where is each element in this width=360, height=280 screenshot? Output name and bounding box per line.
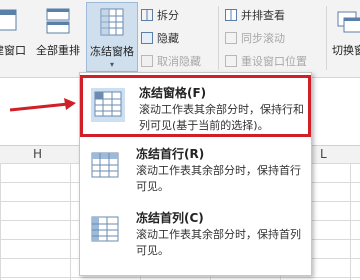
ribbon-divider xyxy=(218,6,219,70)
hide-button[interactable]: 隐藏 xyxy=(141,29,179,47)
freeze-panes-icon xyxy=(98,7,126,37)
side-by-side-label: 并排查看 xyxy=(241,9,285,22)
menu-item-description: 滚动工作表其余部分时，保持首行可见。 xyxy=(136,164,301,193)
arrange-all-icon xyxy=(44,6,72,36)
freeze-top-row-icon xyxy=(88,149,122,183)
menu-item-description: 滚动工作表其余部分时，保持行和列可见(基于当前的选择)。 xyxy=(139,103,304,132)
menu-item-title: 冻结首行(R) xyxy=(136,147,205,161)
unhide-icon xyxy=(141,55,153,67)
unhide-label: 取消隐藏 xyxy=(157,55,201,68)
split-label: 拆分 xyxy=(157,9,179,22)
sync-scroll-icon xyxy=(225,32,237,44)
arrange-all-label: 全部重排 xyxy=(36,44,80,57)
menu-item-description: 滚动工作表其余部分时，保持首列可见。 xyxy=(136,228,301,257)
ribbon-divider xyxy=(326,6,327,70)
freeze-panes-menu: 冻结窗格(F) 滚动工作表其余部分时，保持行和列可见(基于当前的选择)。 冻结首… xyxy=(79,72,312,276)
side-by-side-icon xyxy=(225,9,237,21)
menu-item-freeze-top-row[interactable]: 冻结首行(R) 滚动工作表其余部分时，保持首行可见。 xyxy=(80,139,311,201)
switch-windows-icon xyxy=(336,6,360,36)
reset-position-label: 重设窗口位置 xyxy=(241,55,307,68)
menu-item-title: 冻结窗格(F) xyxy=(139,86,207,100)
menu-item-freeze-panes[interactable]: 冻结窗格(F) 滚动工作表其余部分时，保持行和列可见(基于当前的选择)。 xyxy=(80,75,311,137)
menu-item-freeze-first-column[interactable]: 冻结首列(C) 滚动工作表其余部分时，保持首列可见。 xyxy=(80,203,311,265)
sync-scroll-button[interactable]: 同步滚动 xyxy=(225,29,285,47)
switch-windows-label: 切换窗 xyxy=(332,44,360,57)
reset-position-icon xyxy=(225,55,237,67)
freeze-panes-icon xyxy=(91,88,125,122)
sync-scroll-label: 同步滚动 xyxy=(241,32,285,45)
hide-label: 隐藏 xyxy=(157,32,179,45)
unhide-button[interactable]: 取消隐藏 xyxy=(141,52,201,70)
red-arrow-annotation xyxy=(9,98,76,112)
switch-windows-button[interactable]: 切换窗 xyxy=(330,2,360,72)
freeze-panes-label: 冻结窗格 xyxy=(90,45,134,58)
new-window-button[interactable]: 新建窗口 xyxy=(0,2,28,72)
menu-item-title: 冻结首列(C) xyxy=(136,211,204,225)
split-button[interactable]: 拆分 xyxy=(141,6,179,24)
side-by-side-button[interactable]: 并排查看 xyxy=(225,6,285,24)
column-header-h[interactable]: H xyxy=(33,147,42,161)
freeze-panes-button[interactable]: 冻结窗格 ▾ xyxy=(86,2,138,72)
arrange-all-button[interactable]: 全部重排 xyxy=(32,2,84,72)
column-header-l[interactable]: L xyxy=(320,147,327,161)
view-ribbon: 新建窗口 全部重排 冻结窗格 ▾ xyxy=(0,0,360,78)
hide-icon xyxy=(141,32,153,44)
split-icon xyxy=(141,9,153,21)
freeze-first-column-icon xyxy=(88,213,122,247)
new-window-label: 新建窗口 xyxy=(0,44,26,57)
reset-window-position-button[interactable]: 重设窗口位置 xyxy=(225,52,307,70)
chevron-down-icon: ▾ xyxy=(109,60,114,69)
new-window-icon xyxy=(0,6,18,36)
